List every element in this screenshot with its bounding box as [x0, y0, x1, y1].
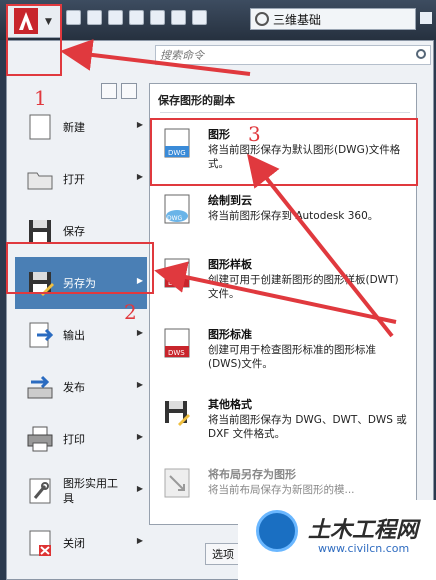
open-folder-icon [27, 172, 53, 190]
item-title: 绘制到云 [208, 194, 252, 207]
divider [160, 112, 410, 113]
save-as-template[interactable]: DWT 图形样板 创建可用于创建新图形的图形样板(DWT)文件。 [156, 252, 412, 314]
wrench-icon [29, 478, 51, 504]
step-number-2: 2 [124, 300, 137, 324]
export-icon [29, 322, 54, 348]
menu-item-label: 新建 [63, 120, 85, 134]
item-title: 其他格式 [208, 398, 252, 411]
submenu-arrow-icon: ▶ [136, 120, 143, 129]
svg-text:DWT: DWT [168, 279, 185, 287]
dws-file-icon: DWS [164, 328, 190, 358]
save-as-standards[interactable]: DWS 图形标准 创建可用于检查图形标准的图形标准(DWS)文件。 [156, 322, 412, 384]
menu-item-drawing-utilities[interactable]: 图形实用工具 ▶ [15, 465, 147, 517]
print-icon[interactable] [150, 10, 165, 25]
search-input[interactable] [160, 48, 410, 62]
watermark: 土木工程网 www.civilcn.com [238, 500, 436, 580]
annotation-box-3 [150, 118, 418, 186]
redo-icon[interactable] [192, 10, 207, 25]
menu-left-column: 新建 ▶ 打开 ▶ 保存 另存为 ▶ 输出 ▶ 发布 ▶ 打印 ▶ 图形实用工具… [7, 101, 149, 580]
menu-item-label: 输出 [63, 328, 85, 342]
item-description: 创建可用于检查图形标准的图形标准(DWS)文件。 [208, 344, 376, 370]
layout-drawing-icon [164, 468, 190, 498]
title-bar: ▼ 三维基础 [0, 0, 436, 40]
item-description: 创建可用于创建新图形的图形样板(DWT)文件。 [208, 274, 399, 300]
item-title: 将布局另存为图形 [208, 468, 296, 481]
item-description: 将当前图形保存为 DWG、DWT、DWS 或 DXF 文件格式。 [208, 414, 407, 440]
item-title: 图形样板 [208, 258, 252, 271]
submenu-arrow-icon: ▶ [136, 432, 143, 441]
workspace-selector[interactable]: 三维基础 [250, 8, 416, 30]
annotation-box-1 [6, 4, 62, 76]
annotation-box-2 [6, 242, 154, 294]
recent-documents-toggles [101, 83, 137, 99]
new-file-icon[interactable] [66, 10, 81, 25]
step-number-3: 3 [248, 122, 261, 146]
search-box [155, 45, 431, 65]
workspace-label: 三维基础 [273, 12, 322, 27]
menu-item-label: 打印 [63, 432, 85, 446]
menu-item-open[interactable]: 打开 ▶ [15, 153, 147, 205]
menu-item-label: 发布 [63, 380, 85, 394]
menu-item-publish[interactable]: 发布 ▶ [15, 361, 147, 413]
search-icon[interactable] [416, 49, 426, 59]
submenu-arrow-icon: ▶ [136, 484, 143, 493]
watermark-url: www.civilcn.com [318, 542, 410, 555]
quick-access-toolbar [66, 10, 207, 25]
save-as-other-formats[interactable]: 其他格式 将当前图形保存为 DWG、DWT、DWS 或 DXF 文件格式。 [156, 392, 412, 454]
printer-icon [27, 426, 53, 452]
save-disk-pencil-icon [165, 401, 190, 426]
menu-item-print[interactable]: 打印 ▶ [15, 413, 147, 465]
submenu-arrow-icon: ▶ [136, 380, 143, 389]
submenu-arrow-icon: ▶ [136, 328, 143, 337]
item-description: 将当前图形保存到 Autodesk 360。 [208, 210, 379, 222]
menu-item-label: 图形实用工具 [63, 477, 118, 505]
dwt-file-icon: DWT [164, 258, 190, 288]
step-number-1: 1 [34, 86, 47, 110]
menu-item-close[interactable]: 关闭 ▶ [15, 517, 147, 569]
watermark-logo-icon [256, 510, 298, 552]
menu-item-label: 关闭 [63, 536, 85, 550]
save-to-cloud[interactable]: DWG 绘制到云 将当前图形保存到 Autodesk 360。 [156, 188, 412, 250]
toolbar-extra-icon[interactable] [420, 12, 432, 24]
new-document-icon [29, 114, 51, 140]
watermark-name: 土木工程网 [308, 518, 419, 543]
recent-documents-icon[interactable] [101, 83, 117, 99]
item-description: 将当前布局保存为新图形的模... [208, 484, 355, 496]
cloud-file-icon: DWG [164, 194, 190, 224]
open-folder-icon[interactable] [87, 10, 102, 25]
submenu-arrow-icon: ▶ [136, 536, 143, 545]
undo-icon[interactable] [171, 10, 186, 25]
item-title: 图形标准 [208, 328, 252, 341]
svg-text:DWS: DWS [168, 349, 185, 357]
submenu-title: 保存图形的副本 [158, 94, 235, 107]
svg-text:DWG: DWG [167, 215, 183, 222]
close-document-icon [29, 530, 51, 556]
save-as-icon[interactable] [129, 10, 144, 25]
menu-item-label: 保存 [63, 224, 85, 238]
options-button[interactable]: 选项 [205, 543, 241, 565]
menu-item-label: 打开 [63, 172, 85, 186]
publish-icon [27, 375, 53, 399]
gear-icon [255, 12, 269, 26]
open-documents-icon[interactable] [121, 83, 137, 99]
save-icon[interactable] [108, 10, 123, 25]
submenu-arrow-icon: ▶ [136, 172, 143, 181]
